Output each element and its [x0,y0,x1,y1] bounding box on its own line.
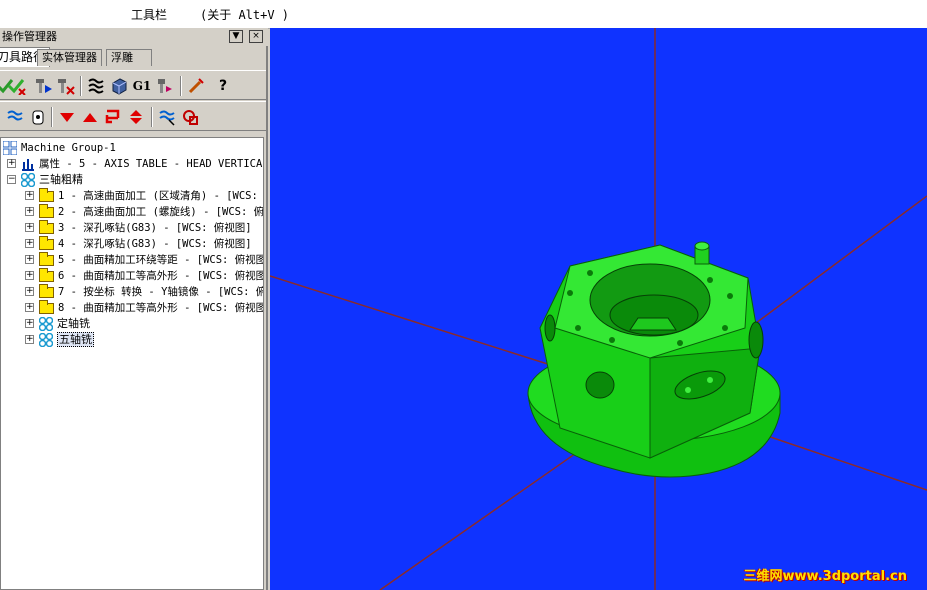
operation-label: 3 - 深孔啄钻(G83) - [WCS: 俯视图] [58,222,252,234]
tree-properties[interactable]: 属性 - 5 - AXIS TABLE - HEAD VERTICAL [21,156,264,172]
expand-toggle[interactable]: + [25,319,34,328]
watermark-text: 三维网www.3dportal.cn [743,569,907,584]
operation-label: 7 - 按坐标 转换 - Y轴镜像 - [WCS: 俯视图] [58,286,263,298]
folder-icon [39,187,54,202]
tree-properties-label: 属性 - 5 - AXIS TABLE - HEAD VERTICAL [39,158,264,170]
move-down-icon[interactable] [56,107,78,127]
expand-toggle[interactable]: + [25,303,34,312]
folder-icon [39,251,54,266]
expand-toggle[interactable]: + [25,335,34,344]
panel-close-button[interactable]: × [249,30,263,43]
graphics-viewport[interactable]: 三维网www.3dportal.cn [270,28,927,590]
only-show-icon[interactable] [156,107,178,127]
panel-dropdown-button[interactable]: ▼ [229,30,243,43]
menu-toolbar[interactable]: 工具栏 [131,6,167,23]
tree-group-fixed-label: 定轴铣 [57,317,90,330]
tree-group-main[interactable]: 三轴粗精 [21,172,83,188]
expand-toggle[interactable]: + [25,287,34,296]
tree-group-five[interactable]: 五轴铣 [39,332,94,348]
panel-tabs: 刀具路径 实体管理器 浮雕 [0,47,266,67]
magic-wand-icon[interactable] [185,76,207,96]
machine-group-icon [3,141,17,155]
lock-icon[interactable] [27,107,49,127]
move-up-icon[interactable] [79,107,101,127]
tree-operation-4[interactable]: 4 - 深孔啄钻(G83) - [WCS: 俯视图] [39,235,252,252]
folder-icon [39,267,54,282]
folder-icon [39,299,54,314]
expand-toggle[interactable]: + [25,271,34,280]
panel-title: 操作管理器 [0,28,268,46]
g1-icon[interactable]: G1 [131,76,153,96]
tree-operation-8[interactable]: 8 - 曲面精加工等高外形 - [WCS: 俯视图] [39,299,264,316]
tab-relief[interactable]: 浮雕 [106,49,152,66]
regen-icon[interactable] [6,76,28,96]
operation-label: 8 - 曲面精加工等高外形 - [WCS: 俯视图] [58,302,264,314]
menu-about[interactable]: (关于 Alt+V ) [200,6,289,23]
tree-group-five-label: 五轴铣 [57,332,94,347]
solid-cube-icon[interactable] [108,76,130,96]
tree-root[interactable]: Machine Group-1 [3,140,116,156]
backplot-icon[interactable] [33,76,55,96]
operation-label: 2 - 高速曲面加工 (螺旋线) - [WCS: 俯视图] [58,206,264,218]
tab-solids[interactable]: 实体管理器 [37,49,102,66]
toolpath-group-icon [39,317,53,331]
toolbar-row-2 [0,101,266,131]
operations-tree: Machine Group-1 + 属性 - 5 - AXIS TABLE - … [0,137,264,590]
verify-icon[interactable] [55,76,77,96]
collapse-toggle[interactable]: − [7,175,16,184]
operation-label: 5 - 曲面精加工环绕等距 - [WCS: 俯视图] [58,254,264,266]
expand-toggle[interactable]: + [25,207,34,216]
tree-group-fixed[interactable]: 定轴铣 [39,316,90,332]
expand-toggle[interactable]: + [25,223,34,232]
expand-icon[interactable] [125,107,147,127]
tree-operation-3[interactable]: 3 - 深孔啄钻(G83) - [WCS: 俯视图] [39,219,252,236]
expand-toggle[interactable]: + [25,255,34,264]
toggle-display-icon[interactable] [179,107,201,127]
folder-icon [39,283,54,298]
operation-label: 6 - 曲面精加工等高外形 - [WCS: 俯视图] [58,270,264,282]
toolpath-group-icon [39,333,53,347]
folder-icon [39,203,54,218]
toolpath-group-icon [21,173,35,187]
expand-toggle[interactable]: + [25,191,34,200]
machined-part [527,241,781,478]
tool-path-icon[interactable] [154,76,176,96]
expand-toggle[interactable]: + [7,159,16,168]
folder-icon [39,235,54,250]
tree-operation-7[interactable]: 7 - 按坐标 转换 - Y轴镜像 - [WCS: 俯视图] [39,283,263,300]
help-icon[interactable]: ? [212,76,234,96]
operation-label: 1 - 高速曲面加工 (区域清角) - [WCS: 俯视图] [58,190,263,202]
operations-manager-panel: 操作管理器 ▼ × 刀具路径 实体管理器 浮雕 G1 ? Machine Gro… [0,28,268,590]
tree-operation-6[interactable]: 6 - 曲面精加工等高外形 - [WCS: 俯视图] [39,267,264,284]
insert-arrow-icon[interactable] [102,107,124,127]
toolbar-row-1: G1 ? [0,70,266,100]
tree-root-label: Machine Group-1 [21,142,116,154]
properties-icon [22,159,34,171]
wave-icon[interactable] [85,76,107,96]
highfeed-icon[interactable] [4,107,26,127]
folder-icon [39,219,54,234]
tree-operation-2[interactable]: 2 - 高速曲面加工 (螺旋线) - [WCS: 俯视图] [39,203,264,220]
tree-operation-1[interactable]: 1 - 高速曲面加工 (区域清角) - [WCS: 俯视图] [39,187,263,204]
top-menu-bar: 工具栏 (关于 Alt+V ) [0,0,927,29]
tree-operation-5[interactable]: 5 - 曲面精加工环绕等距 - [WCS: 俯视图] [39,251,264,268]
model-view [270,28,927,590]
tree-group-main-label: 三轴粗精 [39,173,83,186]
expand-toggle[interactable]: + [25,239,34,248]
operation-label: 4 - 深孔啄钻(G83) - [WCS: 俯视图] [58,238,252,250]
